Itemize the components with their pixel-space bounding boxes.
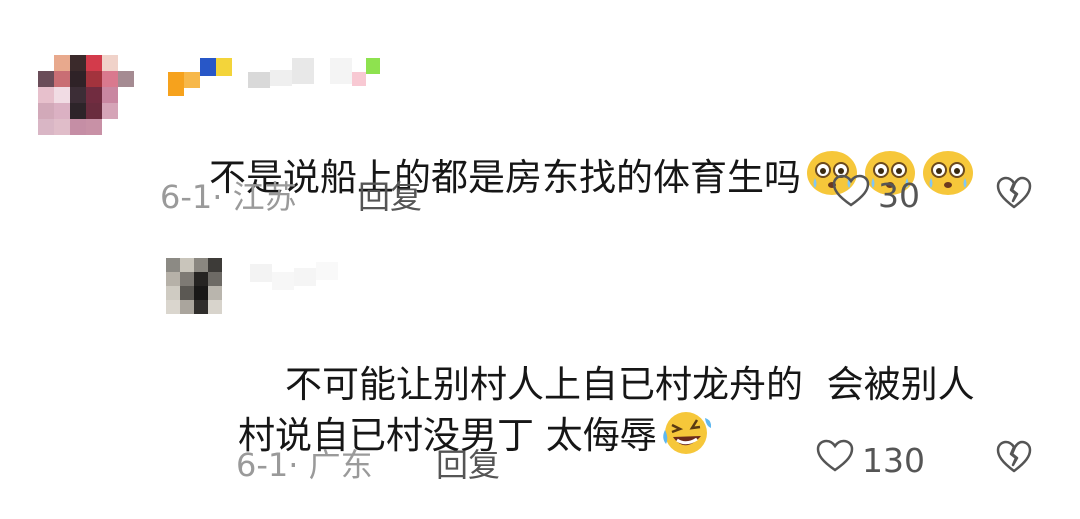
broken-heart-icon[interactable] bbox=[996, 176, 1032, 214]
broken-heart-icon[interactable] bbox=[996, 440, 1032, 478]
heart-icon bbox=[816, 439, 854, 481]
reply-button[interactable]: 回复 bbox=[358, 172, 422, 218]
heart-icon bbox=[832, 174, 870, 216]
username[interactable] bbox=[168, 58, 380, 96]
comment-date-location: 6-1· 江苏 bbox=[160, 178, 297, 216]
reply-like-button[interactable]: 130 bbox=[816, 439, 925, 481]
like-button[interactable]: 30 bbox=[832, 174, 920, 216]
comment-text-content: 不是说船上的都是房东找的体育生吗 bbox=[209, 156, 802, 199]
reply-text: 不可能让别村人上自已村龙舟的 会被别人 村说自已村没男丁 太侮辱 bbox=[238, 310, 1038, 519]
reply-like-count: 130 bbox=[862, 440, 925, 480]
reply-date-location: 6-1· 广东 bbox=[236, 446, 373, 484]
rolling-laughing-face-icon bbox=[661, 410, 711, 469]
like-count: 30 bbox=[878, 175, 920, 215]
reply-avatar[interactable] bbox=[166, 258, 222, 314]
shocked-tear-face-icon bbox=[921, 148, 975, 211]
reply-reply-button[interactable]: 回复 bbox=[436, 440, 500, 486]
comment-item: 不是说船上的都是房东找的体育生吗 6-1· 江苏 回复 30 不可能让别村人上自… bbox=[0, 0, 1080, 506]
reply-username[interactable] bbox=[250, 258, 338, 290]
avatar[interactable] bbox=[38, 55, 134, 151]
